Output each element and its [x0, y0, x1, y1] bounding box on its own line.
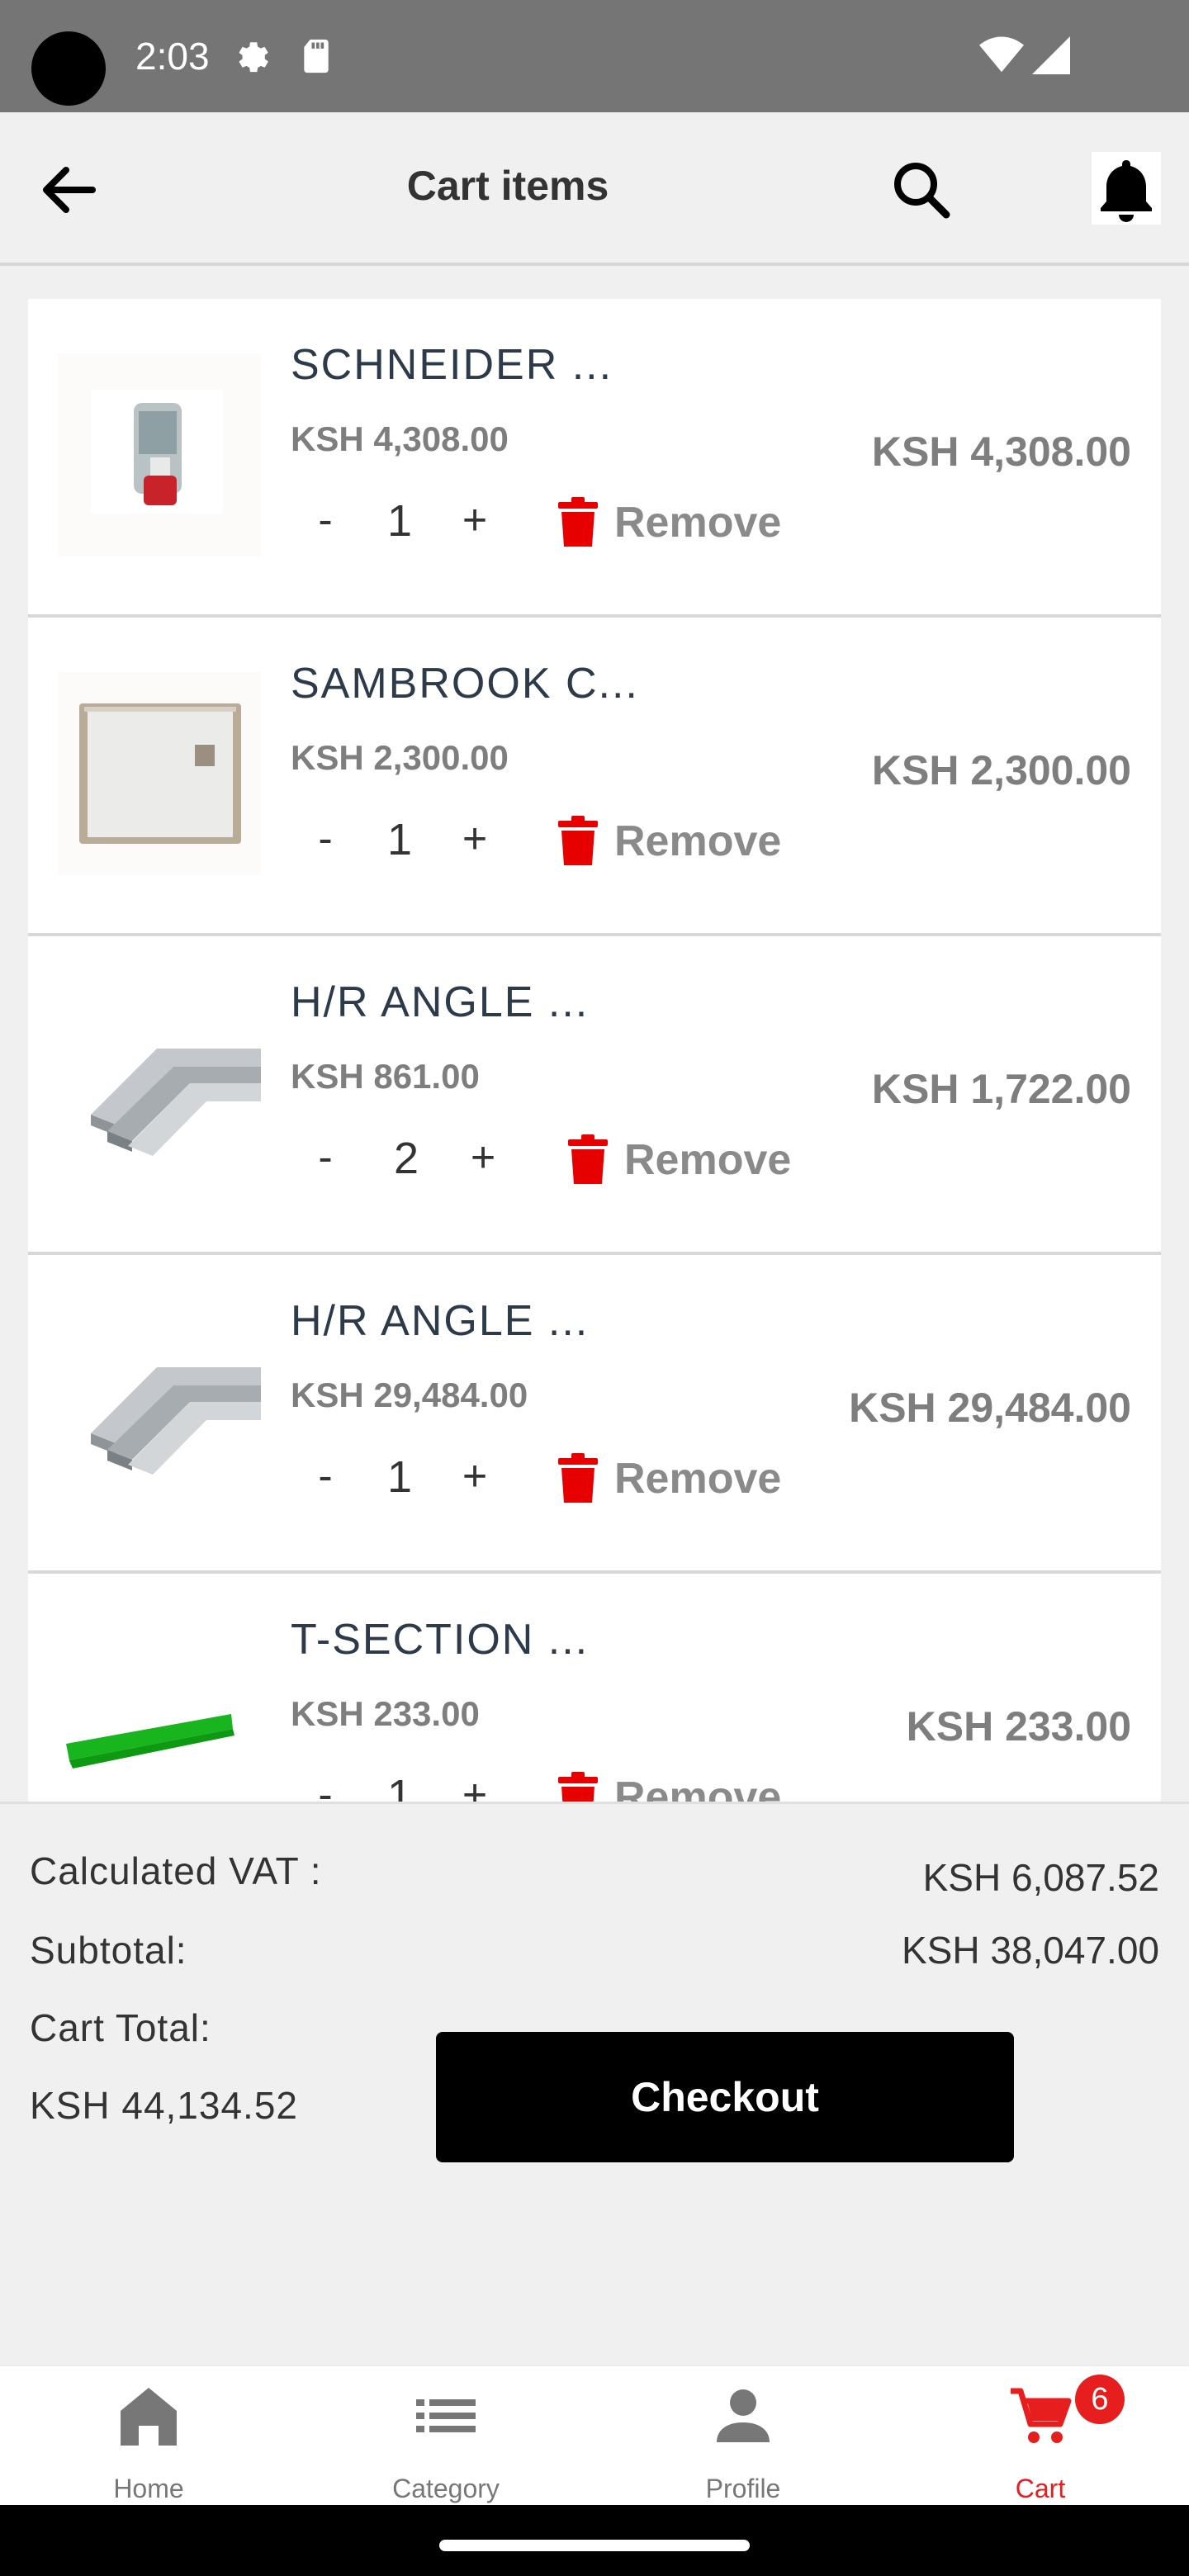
subtotal-value: KSH 38,047.00	[901, 1929, 1159, 1972]
home-icon	[121, 2388, 177, 2446]
quantity-value: 2	[393, 1134, 419, 1183]
line-total: KSH 29,484.00	[849, 1385, 1131, 1431]
product-image[interactable]	[58, 991, 261, 1194]
product-image[interactable]	[58, 672, 261, 875]
bottom-navigation: Home Category Profile 6 Cart	[0, 2365, 1189, 2505]
nav-label: Category	[392, 2474, 500, 2503]
settings-gear-icon	[239, 42, 268, 73]
product-name[interactable]: T-SECTION ...	[291, 1615, 589, 1664]
cart-item: SAMBROOK C... KSH 2,300.00 KSH 2,300.00 …	[28, 618, 1161, 936]
unit-price: KSH 861.00	[291, 1057, 480, 1096]
line-total: KSH 1,722.00	[871, 1066, 1131, 1112]
trash-icon	[558, 1453, 598, 1503]
cart-count-badge: 6	[1075, 2375, 1125, 2424]
product-name[interactable]: H/R ANGLE ...	[291, 1296, 589, 1346]
remove-button[interactable]: Remove	[557, 494, 781, 552]
person-icon	[717, 2389, 770, 2442]
nav-label: Profile	[705, 2474, 781, 2503]
nav-item-category[interactable]: Category	[297, 2366, 594, 2507]
remove-button[interactable]: Remove	[557, 1769, 781, 1802]
cart-list: SCHNEIDER ... KSH 4,308.00 KSH 4,308.00 …	[28, 299, 1161, 1802]
trash-icon	[558, 816, 598, 865]
unit-price: KSH 233.00	[291, 1694, 480, 1733]
nav-item-cart[interactable]: 6 Cart	[892, 2366, 1189, 2507]
cart-total-label: Cart Total:	[30, 2006, 211, 2049]
status-time: 2:03	[135, 35, 210, 78]
list-icon	[416, 2399, 476, 2432]
quantity-value: 1	[386, 496, 413, 546]
line-total: KSH 4,308.00	[871, 429, 1131, 475]
trash-icon	[558, 497, 598, 547]
increase-quantity-button[interactable]: +	[454, 1770, 495, 1802]
remove-label: Remove	[614, 817, 782, 865]
remove-label: Remove	[614, 499, 782, 547]
home-gesture-handle[interactable]	[439, 2540, 750, 2551]
product-image[interactable]	[58, 1628, 261, 1802]
trash-icon	[568, 1134, 608, 1184]
product-name[interactable]: SAMBROOK C...	[291, 659, 639, 708]
cart-item: H/R ANGLE ... KSH 29,484.00 KSH 29,484.0…	[28, 1255, 1161, 1574]
cart-summary: Calculated VAT : KSH 6,087.52 Subtotal: …	[0, 1802, 1189, 2365]
nav-item-profile[interactable]: Profile	[594, 2366, 892, 2507]
product-name[interactable]: SCHNEIDER ...	[291, 340, 613, 390]
vat-label: Calculated VAT :	[30, 1849, 322, 1892]
cart-icon	[1011, 2388, 1072, 2443]
vat-value: KSH 6,087.52	[922, 1856, 1159, 1899]
remove-label: Remove	[614, 1455, 782, 1503]
page-title: Cart items	[406, 163, 609, 209]
wifi-icon	[979, 36, 1024, 73]
sd-card-icon	[304, 39, 329, 73]
system-navigation-bar	[0, 2505, 1189, 2576]
cart-item: T-SECTION ... KSH 233.00 KSH 233.00 - 1 …	[28, 1574, 1161, 1802]
subtotal-label: Subtotal:	[30, 1929, 187, 1972]
status-bar: 2:03	[0, 0, 1189, 112]
search-icon[interactable]	[888, 157, 955, 223]
cart-total-value: KSH 44,134.52	[30, 2084, 299, 2127]
product-image[interactable]	[58, 1309, 261, 1513]
remove-button[interactable]: Remove	[557, 812, 781, 870]
increase-quantity-button[interactable]: +	[454, 495, 495, 545]
cart-item: H/R ANGLE ... KSH 861.00 KSH 1,722.00 - …	[28, 936, 1161, 1255]
increase-quantity-button[interactable]: +	[454, 814, 495, 864]
product-image[interactable]	[58, 353, 261, 556]
trash-icon	[558, 1772, 598, 1802]
signal-icon	[1032, 36, 1070, 74]
unit-price: KSH 4,308.00	[291, 419, 509, 458]
increase-quantity-button[interactable]: +	[454, 1451, 495, 1501]
quantity-value: 1	[386, 1771, 413, 1802]
decrease-quantity-button[interactable]: -	[309, 814, 342, 864]
checkout-button[interactable]: Checkout	[436, 2032, 1014, 2162]
unit-price: KSH 29,484.00	[291, 1376, 528, 1414]
line-total: KSH 2,300.00	[871, 747, 1131, 793]
quantity-value: 1	[386, 815, 413, 864]
increase-quantity-button[interactable]: +	[462, 1133, 504, 1182]
remove-label: Remove	[614, 1773, 782, 1802]
notification-bell-icon[interactable]	[1092, 152, 1161, 225]
nav-item-home[interactable]: Home	[0, 2366, 297, 2507]
app-bar: Cart items	[0, 112, 1189, 266]
quantity-value: 1	[386, 1452, 413, 1502]
line-total: KSH 233.00	[906, 1703, 1131, 1750]
decrease-quantity-button[interactable]: -	[309, 495, 342, 545]
decrease-quantity-button[interactable]: -	[309, 1770, 342, 1802]
remove-button[interactable]: Remove	[557, 1450, 781, 1508]
camera-cutout	[31, 31, 106, 106]
nav-label: Cart	[1015, 2474, 1066, 2503]
decrease-quantity-button[interactable]: -	[309, 1451, 342, 1501]
unit-price: KSH 2,300.00	[291, 738, 509, 777]
product-name[interactable]: H/R ANGLE ...	[291, 978, 589, 1027]
decrease-quantity-button[interactable]: -	[309, 1133, 342, 1182]
nav-label: Home	[113, 2474, 184, 2503]
remove-button[interactable]: Remove	[566, 1131, 791, 1189]
remove-label: Remove	[624, 1136, 792, 1184]
cart-item: SCHNEIDER ... KSH 4,308.00 KSH 4,308.00 …	[28, 299, 1161, 618]
